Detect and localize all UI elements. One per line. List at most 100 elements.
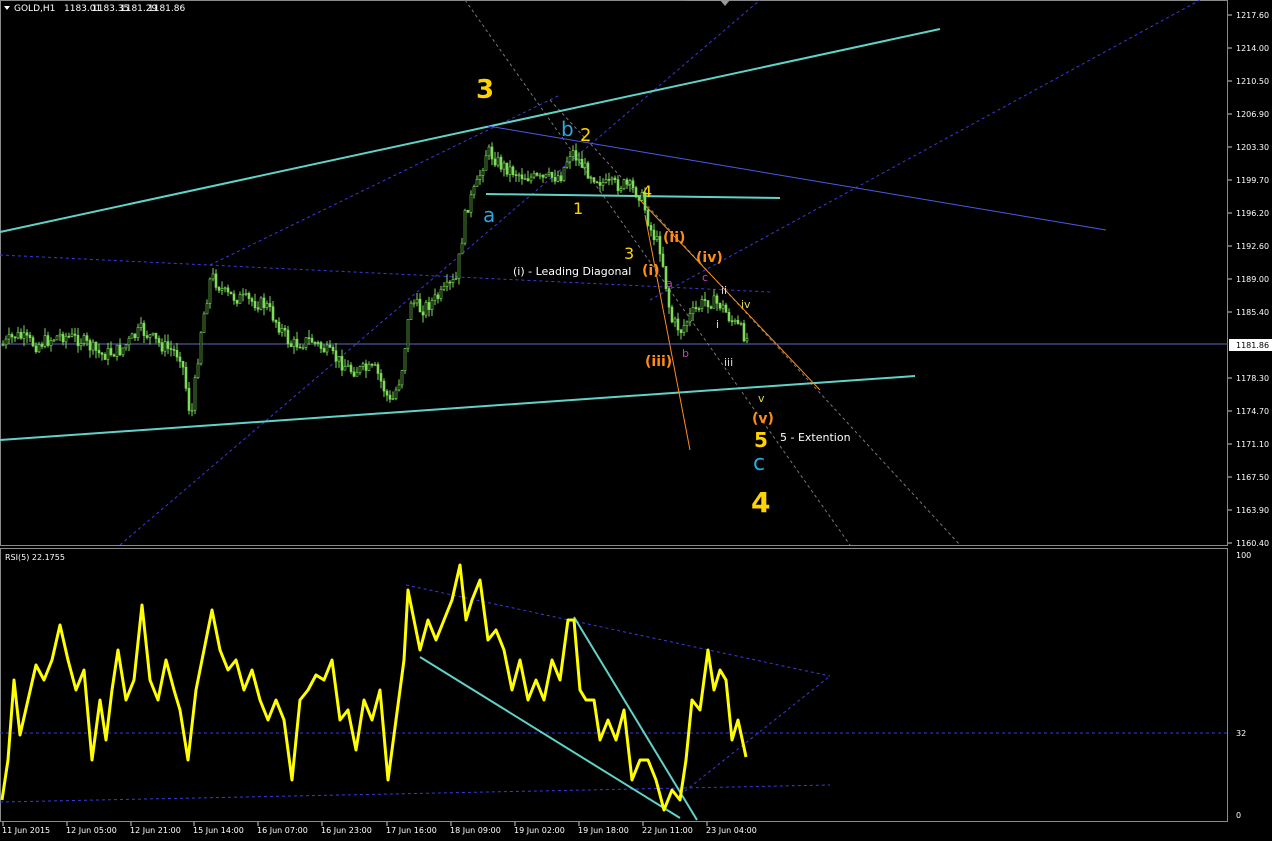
candle-body <box>130 333 134 339</box>
price-candles <box>1 142 749 417</box>
candle-body <box>739 323 743 325</box>
candle-body <box>217 287 221 291</box>
sub-wave-v-label: v <box>758 392 765 405</box>
candle-body <box>592 177 596 183</box>
candle-body <box>124 344 128 349</box>
candle-body <box>412 302 416 305</box>
candle-body <box>265 303 269 308</box>
candle-body <box>316 342 320 344</box>
candle-body <box>67 335 71 338</box>
extension-label: 5 - Extention <box>780 431 851 444</box>
candle-body <box>13 336 17 339</box>
candle-body <box>145 335 149 338</box>
candle-body <box>535 173 539 176</box>
wave-4-big-label: 4 <box>751 486 770 519</box>
candle-body <box>322 348 326 353</box>
time-axis: 11 Jun 2015 12 Jun 05:00 12 Jun 21:00 15 Ju… <box>2 822 757 835</box>
candle-body <box>472 186 476 196</box>
candle-body <box>637 196 641 201</box>
candle-body <box>307 337 311 339</box>
candle-body <box>400 370 404 386</box>
candle-body <box>601 182 605 186</box>
time-tick-label: 17 Jun 16:00 <box>386 826 437 835</box>
lower-trendline <box>0 375 916 441</box>
candle-body <box>247 293 251 299</box>
candle-body <box>613 177 617 180</box>
wave-5-label: 5 <box>754 428 768 452</box>
wave-ii-label: (ii) <box>663 230 685 246</box>
candle-body <box>544 173 548 178</box>
price-tick-label: 1199.70 <box>1236 176 1269 185</box>
candle-body <box>37 344 41 353</box>
candle-body <box>481 169 485 176</box>
candle-body <box>235 300 239 304</box>
candle-body <box>733 319 737 322</box>
candle-body <box>469 194 473 213</box>
candle-body <box>499 156 503 170</box>
candle-body <box>49 340 53 346</box>
candle-body <box>577 158 581 161</box>
time-tick-label: 16 Jun 23:00 <box>321 826 372 835</box>
rsi-level-100: 100 <box>1236 551 1251 560</box>
time-tick-label: 18 Jun 09:00 <box>450 826 501 835</box>
candle-body <box>478 175 482 180</box>
candle-body <box>625 179 629 185</box>
candle-body <box>313 342 317 344</box>
wave-3-small-label: 3 <box>624 244 634 263</box>
candle-body <box>31 337 35 347</box>
price-axis: 1217.60 1214.00 1210.50 1206.90 1203.30 1199.… <box>1228 11 1272 548</box>
candle-body <box>133 333 137 339</box>
candle-body <box>28 334 32 338</box>
candle-body <box>607 179 611 181</box>
candle-body <box>109 348 113 356</box>
wave-i-label: (i) <box>642 263 660 279</box>
triangle-down-icon[interactable] <box>4 6 10 10</box>
candle-body <box>427 302 431 310</box>
time-tick-label: 19 Jun 18:00 <box>578 826 629 835</box>
candle-body <box>187 387 191 411</box>
candle-body <box>649 225 653 231</box>
candle-body <box>523 178 527 180</box>
candle-body <box>256 307 260 310</box>
dashed-trend-line <box>549 99 961 546</box>
candle-body <box>271 306 275 321</box>
candle-body <box>19 331 23 339</box>
candle-body <box>379 373 383 382</box>
candle-body <box>229 291 233 295</box>
candle-body <box>55 335 59 341</box>
candle-body <box>583 162 587 168</box>
candle-body <box>685 321 689 326</box>
candle-body <box>454 278 458 280</box>
candle-body <box>604 179 608 183</box>
leading-diagonal-label: (i) - Leading Diagonal <box>513 265 631 278</box>
candle-body <box>160 342 164 352</box>
candle-body <box>103 354 107 360</box>
candle-body <box>274 319 278 323</box>
candle-body <box>670 306 674 323</box>
candle-body <box>241 293 245 296</box>
candle-body <box>406 319 410 349</box>
time-tick-label: 22 Jun 11:00 <box>642 826 693 835</box>
sub-wave-i-label: i <box>716 318 719 331</box>
price-tick-label: 1206.90 <box>1236 110 1269 119</box>
candle-body <box>22 332 26 339</box>
chart-canvas[interactable]: GOLD,H1 1183.01 1183.35 1181.29 1181.86 … <box>0 0 1272 841</box>
time-tick-label: 11 Jun 2015 <box>2 826 50 835</box>
candle-body <box>40 344 44 347</box>
candle-body <box>295 338 299 348</box>
rsi-frame <box>0 548 1228 822</box>
candle-body <box>178 356 182 362</box>
wave-annotations: 3 a b 2 1 4 3 (ii) (iv) (i) (iii) (v) (i… <box>476 75 851 519</box>
price-tick-label: 1163.90 <box>1236 506 1269 515</box>
candle-body <box>52 339 56 342</box>
candle-body <box>628 180 632 185</box>
candle-body <box>646 209 650 226</box>
dashed-channel-line <box>209 94 561 266</box>
price-tick-label: 1203.30 <box>1236 143 1269 152</box>
candle-body <box>682 325 686 333</box>
candle-body <box>214 273 218 288</box>
candle-body <box>727 312 731 322</box>
candle-body <box>565 161 569 168</box>
candle-body <box>475 178 479 187</box>
candle-body <box>388 394 392 400</box>
